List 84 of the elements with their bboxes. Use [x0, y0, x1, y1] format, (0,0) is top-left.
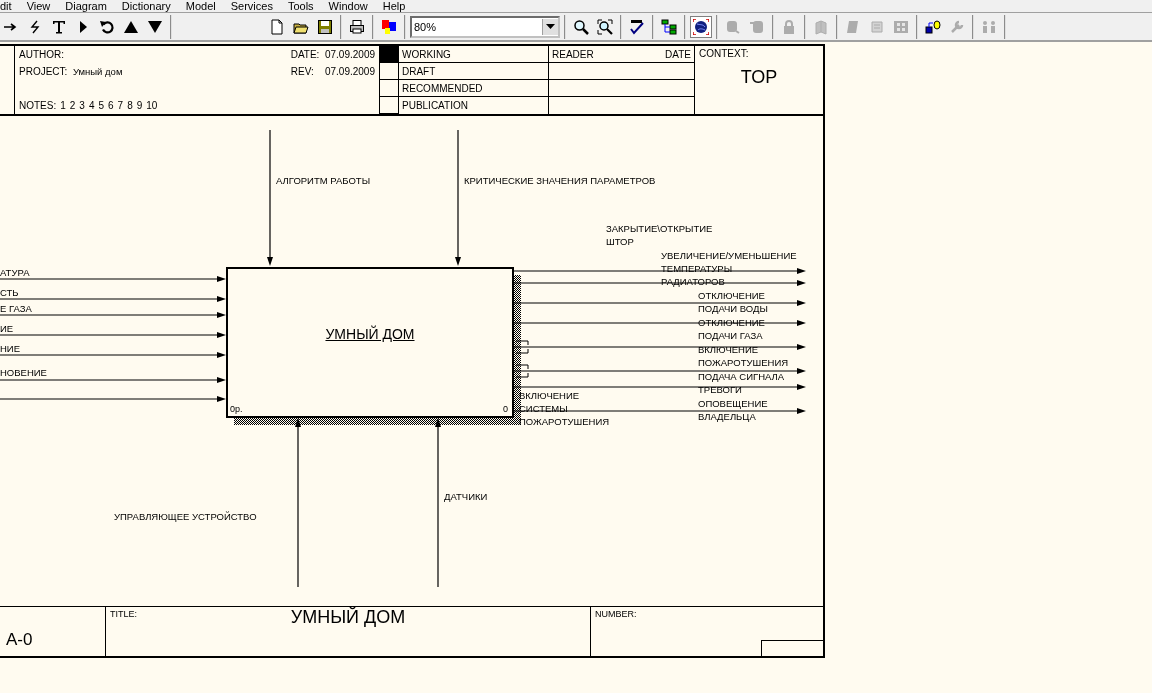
menu-item[interactable]: Services	[230, 0, 273, 12]
menu-item[interactable]: Dictionary	[121, 0, 171, 12]
toolbar-button[interactable]	[690, 15, 712, 38]
menu-item[interactable]: Tools	[287, 0, 314, 12]
mechanism-label: УПРАВЛЯЮЩЕЕ УСТРОЙСТВО	[114, 510, 257, 523]
people-icon	[981, 18, 997, 35]
magnifier-icon	[573, 18, 589, 35]
mechanism-label: ДАТЧИКИ	[444, 490, 488, 503]
note-number[interactable]: 1	[60, 100, 66, 111]
note-number[interactable]: 6	[108, 100, 114, 111]
text-tool-icon	[51, 18, 67, 35]
control-label: КРИТИЧЕСКИЕ ЗНАЧЕНИЯ ПАРАМЕТРОВ	[464, 174, 656, 187]
status-label: WORKING	[399, 46, 548, 63]
activity-name: УМНЫЙ ДОМ	[324, 325, 416, 343]
output-label: УВЕЛИЧЕНИЕ/УМЕНЬШЕНИЕ ТЕМПЕРАТУРЫ РАДИАТОРОВ	[661, 249, 797, 288]
triangle-down-icon	[147, 18, 163, 35]
note-number[interactable]: 9	[136, 100, 143, 111]
caret-icon	[546, 24, 555, 29]
status-label: PUBLICATION	[401, 99, 469, 113]
project-text: PROJECT: Умный дом	[19, 66, 123, 77]
input-label: Е ГАЗА	[0, 302, 32, 315]
output-label: ПОДАЧА СИГНАЛА ТРЕВОГИ	[698, 370, 785, 396]
activity-number: 0	[503, 404, 508, 415]
document-icon	[269, 18, 285, 35]
date-text: DATE: 07.09.2009	[290, 49, 375, 60]
note-number[interactable]: 7	[117, 100, 124, 111]
activity-cost: 0р.	[230, 404, 243, 415]
input-label: НИЕ	[0, 342, 21, 355]
menu-item[interactable]: View	[26, 0, 51, 12]
input-label: ИЕ	[0, 322, 14, 335]
rotate-icon	[99, 18, 115, 35]
status-marker[interactable]	[380, 46, 398, 63]
date-label: DATE	[665, 48, 691, 60]
database-icon	[925, 18, 941, 35]
reader-label: READER	[552, 48, 594, 60]
shape-icon	[845, 18, 861, 35]
control-label: АЛГОРИТМ РАБОТЫ	[276, 174, 371, 187]
printer-icon	[349, 18, 365, 35]
context-value: TOP	[740, 67, 778, 88]
color-squares-icon	[381, 18, 397, 35]
notes-label: NOTES:	[19, 100, 57, 111]
input-label: СТЬ	[0, 286, 19, 299]
note-number[interactable]: 4	[88, 100, 95, 111]
menu-item[interactable]: Help	[382, 0, 406, 12]
book-icon	[813, 18, 829, 35]
number-label: NUMBER:	[595, 609, 637, 619]
author-label: AUTHOR:	[19, 49, 64, 60]
zoom-dropdown[interactable]: 80%	[410, 15, 560, 38]
input-label: НОВЕНИЕ	[0, 366, 47, 379]
menu-item[interactable]: dit	[0, 0, 12, 12]
note-number[interactable]: 10	[146, 100, 158, 111]
context-label: CONTEXT:	[699, 48, 750, 59]
menu-item[interactable]: Diagram	[65, 0, 107, 12]
save-icon	[317, 18, 333, 35]
tunnel-mark	[515, 340, 529, 354]
note-number[interactable]: 8	[127, 100, 133, 111]
scroll-icon	[869, 18, 885, 35]
output-label: ЗАКРЫТИЕ\ОТКРЫТИЕ ШТОР	[606, 222, 713, 248]
note-number[interactable]: 5	[98, 100, 105, 111]
tunnel-mark	[515, 364, 529, 378]
output-label: ОТКЛЮЧЕНИЕ ПОДАЧИ ГАЗА	[698, 316, 765, 342]
shape-icon	[749, 18, 765, 35]
status-label: DRAFT	[399, 63, 548, 80]
status-label: RECOMMENDED	[399, 80, 548, 97]
revision-text: REV: 07.09.2009	[290, 66, 375, 77]
spellcheck-icon	[629, 18, 645, 35]
wrench-icon	[949, 18, 965, 35]
diagram-title: УМНЫЙ ДОМ	[290, 607, 406, 628]
input-label: АТУРА	[0, 266, 30, 279]
title-label: TITLE:	[110, 609, 137, 619]
node-number: A-0	[6, 630, 33, 650]
output-label: ОПОВЕЩЕНИЕ ВЛАДЕЛЬЦА	[698, 397, 768, 423]
output-label: ОТКЛЮЧЕНИЕ ПОДАЧИ ВОДЫ	[698, 289, 768, 315]
tree-icon	[661, 18, 677, 35]
output-label: ВКЛЮЧЕНИЕ ПОЖАРОТУШЕНИЯ	[698, 343, 789, 369]
menu-item[interactable]: Model	[185, 0, 216, 12]
shape-icon	[725, 18, 741, 35]
note-number[interactable]: 2	[69, 100, 76, 111]
note-number[interactable]: 3	[79, 100, 85, 111]
lock-icon	[781, 18, 797, 35]
magnifier-frame-icon	[597, 18, 613, 35]
globe-icon	[693, 18, 709, 35]
grid-icon	[893, 18, 909, 35]
menu-item[interactable]: Window	[328, 0, 368, 12]
